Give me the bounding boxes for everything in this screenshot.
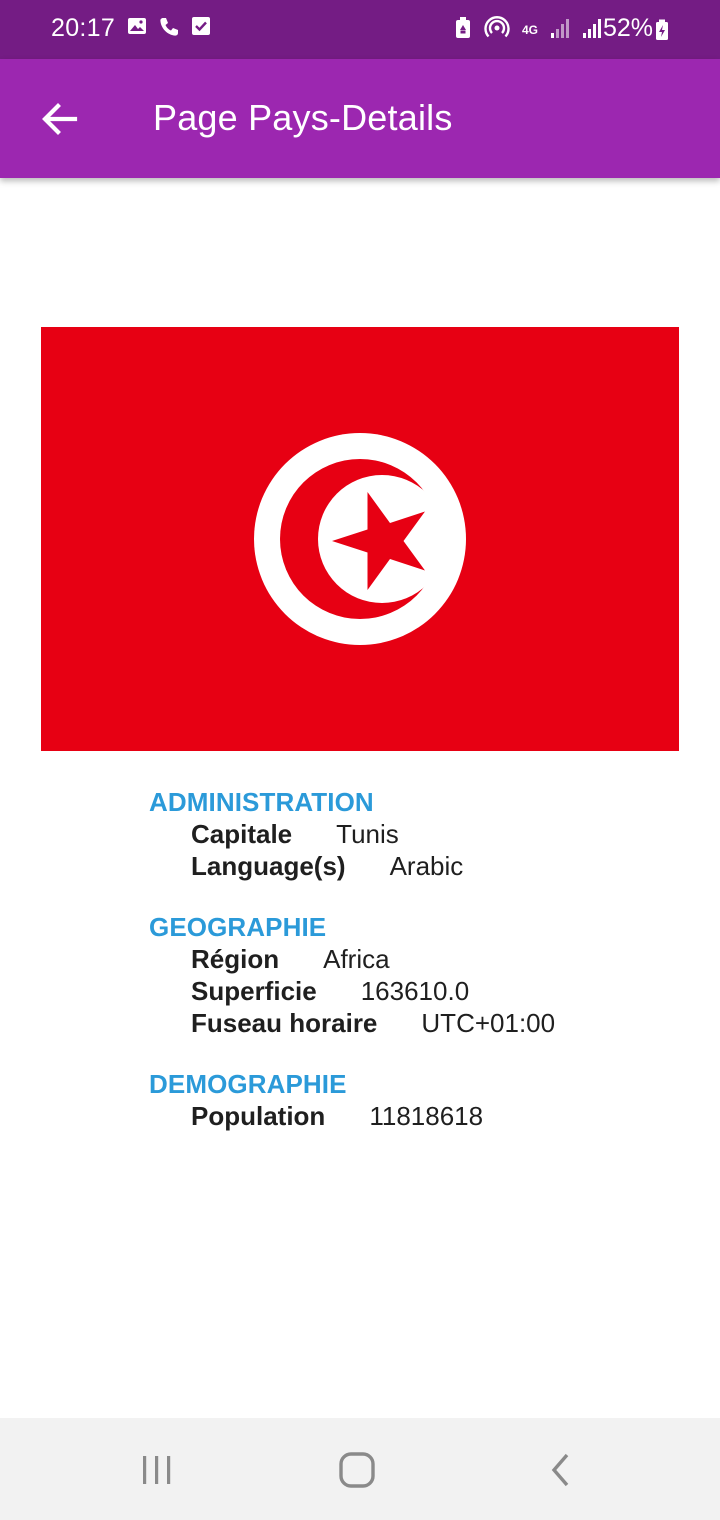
section-geography: GEOGRAPHIE Région Africa Superficie 1636…	[149, 911, 669, 1039]
detail-value: 11818618	[369, 1101, 484, 1131]
network-type: 4G	[522, 23, 539, 37]
recents-icon	[143, 1456, 171, 1484]
detail-label: Population	[191, 1101, 326, 1131]
system-nav-bar	[0, 1418, 720, 1520]
network-type-label: 4G	[522, 23, 539, 37]
section-title: GEOGRAPHIE	[149, 912, 327, 942]
phone-icon	[158, 16, 180, 43]
country-flag	[41, 327, 679, 751]
detail-value: Arabic	[389, 851, 464, 881]
detail-label: Fuseau horaire	[191, 1008, 378, 1038]
app-bar: Page Pays-Details	[0, 59, 720, 178]
detail-label: Capitale	[191, 819, 293, 849]
checkbox-icon	[191, 16, 211, 43]
section-title: ADMINISTRATION	[149, 787, 374, 817]
recents-button[interactable]	[127, 1448, 187, 1492]
detail-label: Superficie	[191, 976, 317, 1006]
signal-icon	[550, 17, 570, 44]
battery-icon	[655, 19, 669, 46]
back-button[interactable]	[32, 95, 86, 143]
image-icon	[127, 16, 147, 43]
detail-label: Language(s)	[191, 851, 346, 881]
detail-row-area: Superficie 163610.0	[149, 975, 669, 1007]
signal-icon	[582, 17, 602, 44]
battery-percentage: 52%	[603, 14, 654, 42]
detail-row-population: Population 11818618	[149, 1100, 669, 1132]
battery-saver-icon	[454, 16, 472, 45]
detail-value: UTC+01:00	[421, 1008, 556, 1038]
section-title: DEMOGRAPHIE	[149, 1069, 347, 1099]
nav-back-button[interactable]	[530, 1448, 590, 1492]
back-icon	[551, 1453, 569, 1487]
section-administration: ADMINISTRATION Capitale Tunis Language(s…	[149, 786, 669, 882]
status-left-icons	[127, 16, 211, 43]
detail-row-timezone: Fuseau horaire UTC+01:00	[149, 1007, 669, 1039]
hotspot-icon	[484, 16, 510, 45]
home-button[interactable]	[327, 1448, 387, 1492]
country-details: ADMINISTRATION Capitale Tunis Language(s…	[149, 786, 669, 1161]
detail-row-languages: Language(s) Arabic	[149, 850, 669, 882]
tunisia-flag-image	[41, 327, 679, 751]
home-icon	[339, 1452, 375, 1488]
status-right-icons: 4G	[454, 16, 602, 45]
page-title: Page Pays-Details	[153, 97, 453, 138]
arrow-back-icon	[42, 103, 78, 135]
detail-value: 163610.0	[360, 976, 470, 1006]
detail-row-region: Région Africa	[149, 943, 669, 975]
status-time: 20:17	[51, 14, 116, 42]
detail-row-capital: Capitale Tunis	[149, 818, 669, 850]
detail-label: Région	[191, 944, 280, 974]
detail-value: Africa	[323, 944, 390, 974]
status-bar: 20:17 4G 52%	[0, 0, 720, 59]
section-demography: DEMOGRAPHIE Population 11818618	[149, 1068, 669, 1132]
detail-value: Tunis	[336, 819, 399, 849]
